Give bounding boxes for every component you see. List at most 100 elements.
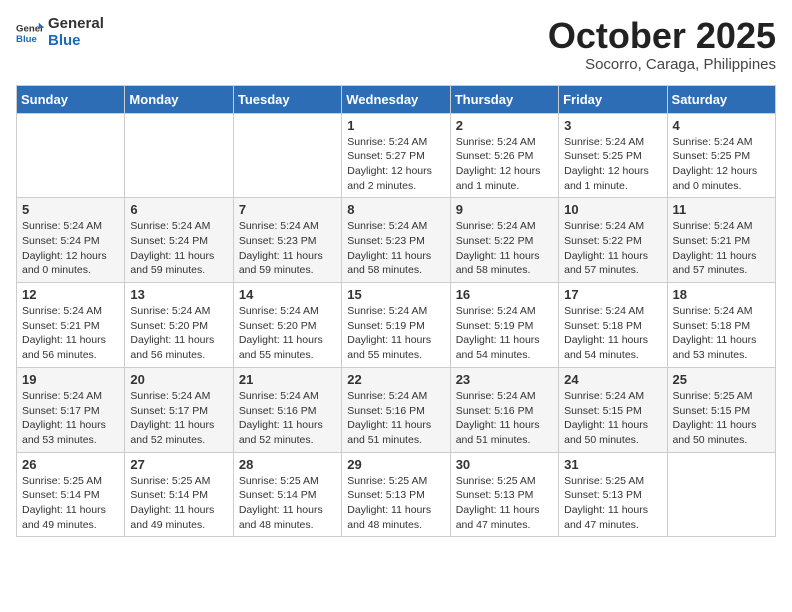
title-area: October 2025 Socorro, Caraga, Philippine… bbox=[548, 16, 776, 73]
calendar-day-6: 6 Sunrise: 5:24 AM Sunset: 5:24 PM Daylig… bbox=[125, 198, 233, 283]
day-info: Sunrise: 5:24 AM Sunset: 5:17 PM Dayligh… bbox=[22, 389, 119, 448]
weekday-header-thursday: Thursday bbox=[450, 85, 558, 113]
calendar-day-11: 11 Sunrise: 5:24 AM Sunset: 5:21 PM Dayli… bbox=[667, 198, 775, 283]
day-number: 2 bbox=[456, 118, 553, 133]
calendar-day-7: 7 Sunrise: 5:24 AM Sunset: 5:23 PM Daylig… bbox=[233, 198, 341, 283]
day-info: Sunrise: 5:25 AM Sunset: 5:13 PM Dayligh… bbox=[456, 474, 553, 533]
calendar-day-20: 20 Sunrise: 5:24 AM Sunset: 5:17 PM Dayli… bbox=[125, 367, 233, 452]
calendar-day-4: 4 Sunrise: 5:24 AM Sunset: 5:25 PM Daylig… bbox=[667, 113, 775, 198]
day-info: Sunrise: 5:24 AM Sunset: 5:18 PM Dayligh… bbox=[564, 304, 661, 363]
day-info: Sunrise: 5:24 AM Sunset: 5:26 PM Dayligh… bbox=[456, 135, 553, 194]
calendar-day-10: 10 Sunrise: 5:24 AM Sunset: 5:22 PM Dayli… bbox=[559, 198, 667, 283]
day-number: 21 bbox=[239, 372, 336, 387]
calendar-day-29: 29 Sunrise: 5:25 AM Sunset: 5:13 PM Dayli… bbox=[342, 452, 450, 537]
day-info: Sunrise: 5:24 AM Sunset: 5:23 PM Dayligh… bbox=[347, 219, 444, 278]
day-info: Sunrise: 5:24 AM Sunset: 5:22 PM Dayligh… bbox=[456, 219, 553, 278]
day-info: Sunrise: 5:24 AM Sunset: 5:24 PM Dayligh… bbox=[130, 219, 227, 278]
day-number: 18 bbox=[673, 287, 770, 302]
logo: General Blue General Blue bbox=[16, 16, 104, 49]
day-number: 9 bbox=[456, 202, 553, 217]
day-number: 10 bbox=[564, 202, 661, 217]
day-number: 23 bbox=[456, 372, 553, 387]
calendar-day-22: 22 Sunrise: 5:24 AM Sunset: 5:16 PM Dayli… bbox=[342, 367, 450, 452]
day-number: 24 bbox=[564, 372, 661, 387]
day-info: Sunrise: 5:25 AM Sunset: 5:14 PM Dayligh… bbox=[239, 474, 336, 533]
day-number: 4 bbox=[673, 118, 770, 133]
weekday-header-saturday: Saturday bbox=[667, 85, 775, 113]
day-number: 31 bbox=[564, 457, 661, 472]
calendar-day-31: 31 Sunrise: 5:25 AM Sunset: 5:13 PM Dayli… bbox=[559, 452, 667, 537]
calendar-day-12: 12 Sunrise: 5:24 AM Sunset: 5:21 PM Dayli… bbox=[17, 283, 125, 368]
day-number: 14 bbox=[239, 287, 336, 302]
day-info: Sunrise: 5:24 AM Sunset: 5:23 PM Dayligh… bbox=[239, 219, 336, 278]
day-info: Sunrise: 5:25 AM Sunset: 5:13 PM Dayligh… bbox=[564, 474, 661, 533]
day-info: Sunrise: 5:24 AM Sunset: 5:16 PM Dayligh… bbox=[456, 389, 553, 448]
day-number: 3 bbox=[564, 118, 661, 133]
calendar-day-17: 17 Sunrise: 5:24 AM Sunset: 5:18 PM Dayli… bbox=[559, 283, 667, 368]
day-info: Sunrise: 5:24 AM Sunset: 5:21 PM Dayligh… bbox=[673, 219, 770, 278]
day-number: 20 bbox=[130, 372, 227, 387]
day-info: Sunrise: 5:24 AM Sunset: 5:17 PM Dayligh… bbox=[130, 389, 227, 448]
day-info: Sunrise: 5:24 AM Sunset: 5:16 PM Dayligh… bbox=[239, 389, 336, 448]
day-info: Sunrise: 5:24 AM Sunset: 5:16 PM Dayligh… bbox=[347, 389, 444, 448]
calendar-day-14: 14 Sunrise: 5:24 AM Sunset: 5:20 PM Dayli… bbox=[233, 283, 341, 368]
weekday-header-monday: Monday bbox=[125, 85, 233, 113]
day-number: 26 bbox=[22, 457, 119, 472]
day-number: 19 bbox=[22, 372, 119, 387]
day-number: 16 bbox=[456, 287, 553, 302]
day-info: Sunrise: 5:24 AM Sunset: 5:22 PM Dayligh… bbox=[564, 219, 661, 278]
day-number: 13 bbox=[130, 287, 227, 302]
weekday-header-row: SundayMondayTuesdayWednesdayThursdayFrid… bbox=[17, 85, 776, 113]
calendar-day-26: 26 Sunrise: 5:25 AM Sunset: 5:14 PM Dayli… bbox=[17, 452, 125, 537]
day-number: 11 bbox=[673, 202, 770, 217]
day-number: 12 bbox=[22, 287, 119, 302]
calendar-day-30: 30Sunrise: 5:25 AM Sunset: 5:13 PM Dayli… bbox=[450, 452, 558, 537]
weekday-header-tuesday: Tuesday bbox=[233, 85, 341, 113]
day-info: Sunrise: 5:25 AM Sunset: 5:14 PM Dayligh… bbox=[130, 474, 227, 533]
weekday-header-sunday: Sunday bbox=[17, 85, 125, 113]
calendar-week-2: 5 Sunrise: 5:24 AM Sunset: 5:24 PM Daylig… bbox=[17, 198, 776, 283]
day-number: 5 bbox=[22, 202, 119, 217]
day-number: 15 bbox=[347, 287, 444, 302]
calendar-week-5: 26 Sunrise: 5:25 AM Sunset: 5:14 PM Dayli… bbox=[17, 452, 776, 537]
day-info: Sunrise: 5:24 AM Sunset: 5:25 PM Dayligh… bbox=[673, 135, 770, 194]
calendar-day-9: 9 Sunrise: 5:24 AM Sunset: 5:22 PM Daylig… bbox=[450, 198, 558, 283]
day-number: 27 bbox=[130, 457, 227, 472]
calendar-empty-cell bbox=[233, 113, 341, 198]
day-info: Sunrise: 5:24 AM Sunset: 5:18 PM Dayligh… bbox=[673, 304, 770, 363]
calendar-empty-cell bbox=[125, 113, 233, 198]
day-number: 6 bbox=[130, 202, 227, 217]
logo-blue-text: Blue bbox=[48, 33, 104, 50]
day-info: Sunrise: 5:24 AM Sunset: 5:15 PM Dayligh… bbox=[564, 389, 661, 448]
calendar-empty-cell bbox=[667, 452, 775, 537]
day-info: Sunrise: 5:25 AM Sunset: 5:14 PM Dayligh… bbox=[22, 474, 119, 533]
calendar-empty-cell bbox=[17, 113, 125, 198]
day-info: Sunrise: 5:24 AM Sunset: 5:20 PM Dayligh… bbox=[239, 304, 336, 363]
calendar-week-4: 19 Sunrise: 5:24 AM Sunset: 5:17 PM Dayli… bbox=[17, 367, 776, 452]
calendar-day-15: 15 Sunrise: 5:24 AM Sunset: 5:19 PM Dayli… bbox=[342, 283, 450, 368]
day-number: 29 bbox=[347, 457, 444, 472]
calendar-day-28: 28Sunrise: 5:25 AM Sunset: 5:14 PM Dayli… bbox=[233, 452, 341, 537]
weekday-header-friday: Friday bbox=[559, 85, 667, 113]
calendar-day-13: 13Sunrise: 5:24 AM Sunset: 5:20 PM Dayli… bbox=[125, 283, 233, 368]
calendar-week-3: 12 Sunrise: 5:24 AM Sunset: 5:21 PM Dayli… bbox=[17, 283, 776, 368]
day-info: Sunrise: 5:24 AM Sunset: 5:19 PM Dayligh… bbox=[347, 304, 444, 363]
day-number: 17 bbox=[564, 287, 661, 302]
svg-text:Blue: Blue bbox=[16, 33, 37, 44]
day-info: Sunrise: 5:24 AM Sunset: 5:24 PM Dayligh… bbox=[22, 219, 119, 278]
calendar-day-24: 24 Sunrise: 5:24 AM Sunset: 5:15 PM Dayli… bbox=[559, 367, 667, 452]
page-header: General Blue General Blue October 2025 S… bbox=[16, 16, 776, 73]
logo-general-text: General bbox=[48, 16, 104, 33]
day-info: Sunrise: 5:24 AM Sunset: 5:21 PM Dayligh… bbox=[22, 304, 119, 363]
location-subtitle: Socorro, Caraga, Philippines bbox=[548, 56, 776, 73]
calendar-table: SundayMondayTuesdayWednesdayThursdayFrid… bbox=[16, 85, 776, 538]
day-number: 7 bbox=[239, 202, 336, 217]
day-info: Sunrise: 5:24 AM Sunset: 5:27 PM Dayligh… bbox=[347, 135, 444, 194]
calendar-day-2: 2 Sunrise: 5:24 AM Sunset: 5:26 PM Daylig… bbox=[450, 113, 558, 198]
calendar-day-25: 25Sunrise: 5:25 AM Sunset: 5:15 PM Dayli… bbox=[667, 367, 775, 452]
calendar-day-5: 5 Sunrise: 5:24 AM Sunset: 5:24 PM Daylig… bbox=[17, 198, 125, 283]
day-info: Sunrise: 5:24 AM Sunset: 5:25 PM Dayligh… bbox=[564, 135, 661, 194]
day-number: 8 bbox=[347, 202, 444, 217]
day-number: 22 bbox=[347, 372, 444, 387]
day-info: Sunrise: 5:25 AM Sunset: 5:13 PM Dayligh… bbox=[347, 474, 444, 533]
